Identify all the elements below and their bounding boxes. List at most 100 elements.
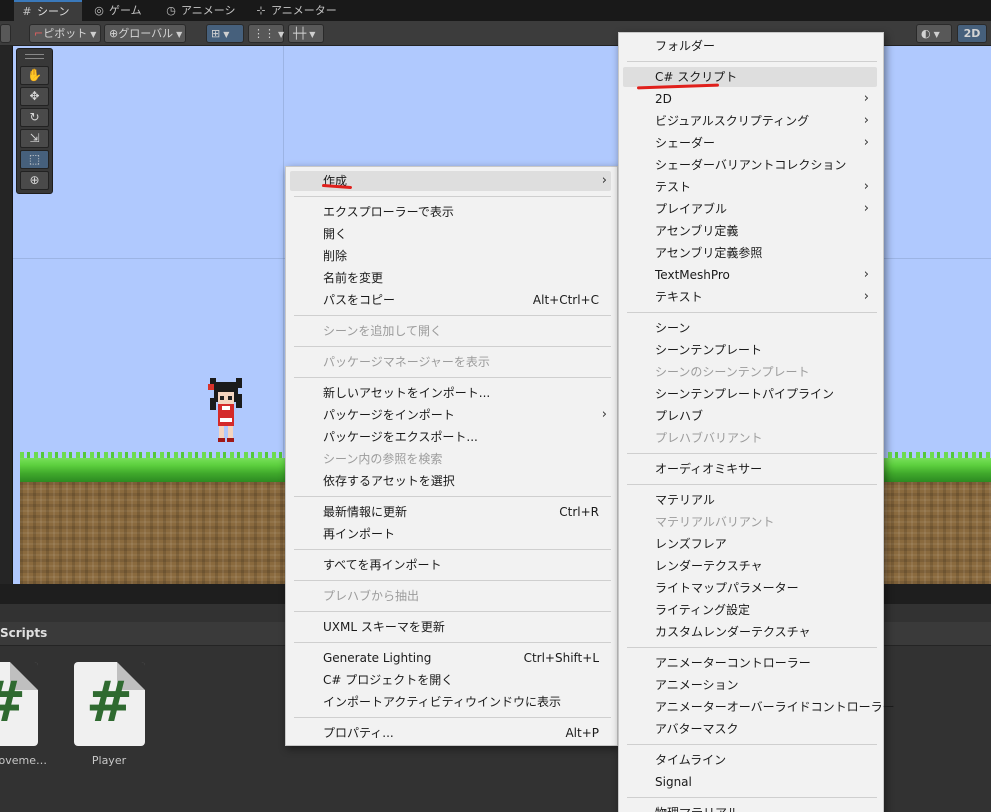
- grid-snap-icon: ⊞: [211, 27, 221, 40]
- menu-item-5[interactable]: シェーダー ›: [619, 132, 883, 154]
- menu-item-17[interactable]: シーンテンプレートパイプライン: [619, 383, 883, 405]
- menu-item-label: パッケージマネージャーを表示: [323, 355, 490, 369]
- menu-item-31[interactable]: アニメーターコントローラー: [619, 652, 883, 674]
- ruler-dropdown[interactable]: ┼┼ ▼: [288, 24, 324, 43]
- menu-separator: [294, 196, 611, 197]
- unity-editor: #シーン ◎ゲーム ◷アニメーション ⊹アニメーター ⌐ピボット▼ ⊕グローバル…: [0, 0, 991, 812]
- menu-item-13[interactable]: パッケージをインポート ›: [286, 404, 617, 426]
- menu-item-15[interactable]: シーンテンプレート: [619, 339, 883, 361]
- menu-separator: [294, 580, 611, 581]
- menu-item-12[interactable]: テキスト ›: [619, 286, 883, 308]
- draw-mode-dropdown[interactable]: ◐ ▼: [916, 24, 952, 43]
- global-dropdown[interactable]: ⊕グローバル ▼: [104, 24, 186, 43]
- menu-item-37[interactable]: Signal: [619, 771, 883, 793]
- menu-item-27[interactable]: ライトマップパラメーター: [619, 577, 883, 599]
- menu-item-39[interactable]: 物理マテリアル: [619, 802, 883, 812]
- menu-item-label: ビジュアルスクリプティング: [655, 114, 810, 128]
- menu-item-8[interactable]: プレイアブル ›: [619, 198, 883, 220]
- menu-item-0[interactable]: フォルダー: [619, 35, 883, 57]
- menu-item-label: シーンを追加して開く: [323, 324, 443, 338]
- transform-tool-button[interactable]: ⊕: [20, 171, 49, 190]
- snap-increment-dropdown[interactable]: ⋮⋮ ▼: [248, 24, 284, 43]
- menu-item-3[interactable]: 2D ›: [619, 88, 883, 110]
- rotate-icon: ↻: [29, 110, 40, 124]
- panel-toggle-button[interactable]: [0, 24, 11, 43]
- asset-player-script[interactable]: #: [74, 662, 145, 746]
- 2d-mode-toggle[interactable]: 2D: [957, 24, 987, 43]
- menu-item-34[interactable]: アバターマスク: [619, 718, 883, 740]
- menu-item-18[interactable]: プレハブ: [619, 405, 883, 427]
- rect-tool-button[interactable]: ⬚: [20, 150, 49, 169]
- breadcrumb-folder[interactable]: Scripts: [0, 626, 47, 640]
- tab-animator[interactable]: ⊹ アニメーター: [248, 0, 340, 21]
- menu-item-21[interactable]: すべてを再インポート: [286, 554, 617, 576]
- chevron-down-icon: ▼: [223, 30, 230, 39]
- asset-label: Moveme…: [0, 754, 47, 767]
- menu-item-26[interactable]: レンダーテクスチャ: [619, 555, 883, 577]
- clock-icon: ◷: [166, 4, 176, 17]
- csharp-script-icon: #: [0, 670, 38, 735]
- scene-left-edge: [0, 46, 13, 584]
- menu-item-28[interactable]: ライティング設定: [619, 599, 883, 621]
- pivot-dropdown[interactable]: ⌐ピボット ▼: [29, 24, 101, 43]
- tab-scene[interactable]: # シーン: [14, 0, 82, 21]
- globe-icon: ⊕: [109, 27, 119, 40]
- menu-item-label: シェーダー: [655, 136, 716, 150]
- menu-item-11[interactable]: TextMeshPro ›: [619, 264, 883, 286]
- shading-icon: ◐: [921, 27, 931, 40]
- menu-item-23[interactable]: マテリアル: [619, 489, 883, 511]
- menu-item-7[interactable]: テスト ›: [619, 176, 883, 198]
- menu-item-label: シェーダーバリアントコレクション: [655, 158, 847, 172]
- tab-game[interactable]: ◎ ゲーム: [86, 0, 154, 21]
- menu-item-21[interactable]: オーディオミキサー: [619, 458, 883, 480]
- menu-item-19[interactable]: 再インポート: [286, 523, 617, 545]
- chevron-right-icon: ›: [863, 135, 869, 150]
- menu-item-29[interactable]: カスタムレンダーテクスチャ: [619, 621, 883, 643]
- menu-item-36[interactable]: タイムライン: [619, 749, 883, 771]
- menu-item-6[interactable]: シェーダーバリアントコレクション: [619, 154, 883, 176]
- menu-item-label: 作成: [323, 174, 348, 188]
- menu-item-0[interactable]: 作成 ›: [286, 170, 617, 192]
- menu-item-4[interactable]: ビジュアルスクリプティング ›: [619, 110, 883, 132]
- scale-icon: ⇲: [29, 131, 40, 145]
- menu-item-label: レンダーテクスチャ: [655, 559, 763, 573]
- menu-item-12[interactable]: 新しいアセットをインポート...: [286, 382, 617, 404]
- rotate-tool-button[interactable]: ↻: [20, 108, 49, 127]
- tab-animation[interactable]: ◷アニメーション: [158, 0, 244, 38]
- menu-item-14[interactable]: パッケージをエクスポート...: [286, 426, 617, 448]
- menu-item-33[interactable]: アニメーターオーバーライドコントローラー: [619, 696, 895, 718]
- menu-item-label: シーンテンプレートパイプライン: [655, 387, 835, 401]
- menu-item-29[interactable]: インポートアクティビティウインドウに表示: [286, 691, 617, 713]
- menu-item-6[interactable]: パスをコピー Alt+Ctrl+C: [286, 289, 617, 311]
- menu-item-27[interactable]: Generate Lighting Ctrl+Shift+L: [286, 647, 617, 669]
- menu-item-25[interactable]: レンズフレア: [619, 533, 883, 555]
- menu-item-28[interactable]: C# プロジェクトを開く: [286, 669, 617, 691]
- menu-item-label: アバターマスク: [655, 722, 739, 736]
- window-tab-bar: #シーン ◎ゲーム ◷アニメーション ⊹アニメーター: [0, 0, 991, 38]
- menu-item-10[interactable]: アセンブリ定義参照: [619, 242, 883, 264]
- menu-item-31[interactable]: プロパティ... Alt+P: [286, 722, 617, 744]
- move-tool-button[interactable]: ✥: [20, 87, 49, 106]
- rect-icon: ⬚: [28, 152, 41, 166]
- menu-item-25[interactable]: UXML スキーマを更新: [286, 616, 617, 638]
- scale-tool-button[interactable]: ⇲: [20, 129, 49, 148]
- chevron-right-icon: ›: [863, 267, 869, 282]
- menu-item-14[interactable]: シーン: [619, 317, 883, 339]
- menu-item-24: マテリアルバリアント: [619, 511, 883, 533]
- menu-item-32[interactable]: アニメーション: [619, 674, 883, 696]
- asset-movement-script[interactable]: #: [0, 662, 38, 746]
- menu-item-label: C# プロジェクトを開く: [323, 673, 454, 687]
- menu-item-3[interactable]: 開く: [286, 223, 617, 245]
- menu-item-2[interactable]: エクスプローラーで表示: [286, 201, 617, 223]
- menu-item-5[interactable]: 名前を変更: [286, 267, 617, 289]
- menu-item-4[interactable]: 削除: [286, 245, 617, 267]
- player-character-sprite[interactable]: [206, 378, 246, 444]
- menu-separator: [294, 642, 611, 643]
- menu-item-label: 2D: [655, 92, 672, 106]
- menu-item-18[interactable]: 最新情報に更新 Ctrl+R: [286, 501, 617, 523]
- menu-item-16[interactable]: 依存するアセットを選択: [286, 470, 617, 492]
- hand-tool-button[interactable]: ✋: [20, 66, 49, 85]
- menu-item-9[interactable]: アセンブリ定義: [619, 220, 883, 242]
- grid-snap-toggle[interactable]: ⊞ ▼: [206, 24, 244, 43]
- palette-drag-handle[interactable]: [25, 54, 44, 59]
